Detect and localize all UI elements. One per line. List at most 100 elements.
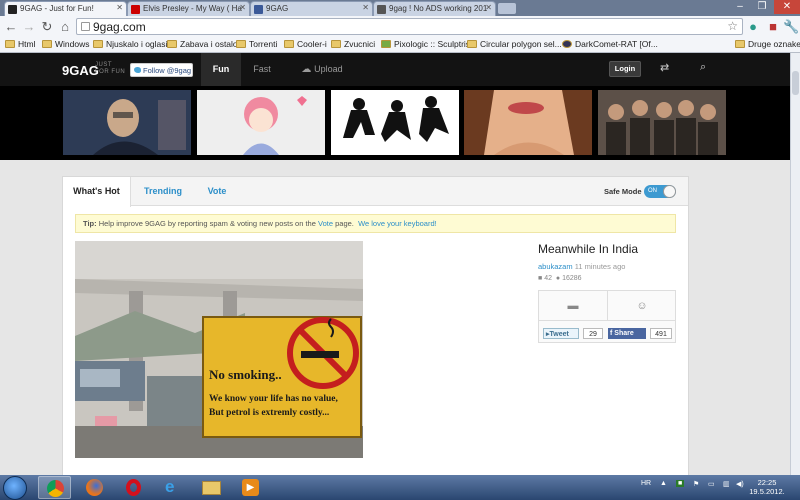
bookmarks-bar: Html Windows Njuskalo i oglasi Zabava i … xyxy=(0,37,800,53)
home-icon[interactable]: ⌂ xyxy=(57,19,73,35)
tab-whats-hot[interactable]: What's Hot xyxy=(63,177,131,207)
nav-fast[interactable]: Fast xyxy=(243,53,281,86)
browser-tab-bar: 9GAG - Just for Fun! ✕ Elvis Presley - M… xyxy=(0,0,800,16)
featured-thumb-comic[interactable] xyxy=(331,90,459,155)
close-tab-icon[interactable]: ✕ xyxy=(485,3,492,12)
folder-icon xyxy=(331,40,341,48)
window-close-icon[interactable]: ✕ xyxy=(774,0,800,14)
featured-image xyxy=(464,90,592,155)
new-tab-button[interactable] xyxy=(498,3,516,14)
site-tagline: JUST FOR FUN xyxy=(95,62,126,75)
extension-icon[interactable]: ■ xyxy=(765,19,781,35)
featured-image xyxy=(598,90,726,155)
taskbar-explorer[interactable] xyxy=(195,476,228,499)
scrollbar-thumb[interactable] xyxy=(792,71,799,95)
tab-9gag-noads[interactable]: 9gag ! No ADS working 201 ✕ xyxy=(373,1,496,16)
taskbar-media-player[interactable]: ▶ xyxy=(234,476,267,499)
safe-mode-label: Safe Mode xyxy=(604,187,642,196)
featured-thumb-girl[interactable] xyxy=(197,90,325,155)
tab-label: 9gag ! No ADS working 201 xyxy=(389,4,488,13)
facebook-share-button[interactable]: f Share xyxy=(608,328,646,339)
tray-app-icon[interactable]: ■ xyxy=(676,480,685,487)
folder-icon xyxy=(381,40,391,48)
tray-flag-icon[interactable]: ⚑ xyxy=(693,480,699,488)
tab-9gag-facebook[interactable]: 9GAG ✕ xyxy=(250,1,373,16)
post-title[interactable]: Meanwhile In India xyxy=(538,242,638,256)
close-tab-icon[interactable]: ✕ xyxy=(116,3,123,12)
post-photo: No smoking.. We know your life has no va… xyxy=(75,241,363,458)
taskbar-firefox[interactable] xyxy=(78,476,111,499)
nav-upload[interactable]: ☁ Upload xyxy=(293,53,351,86)
tray-display-icon[interactable]: ▭ xyxy=(708,480,715,488)
close-tab-icon[interactable]: ✕ xyxy=(239,3,246,12)
safe-mode-toggle[interactable]: ON xyxy=(644,185,676,198)
twitter-follow-button[interactable]: Follow @9gag xyxy=(130,63,193,77)
bookmark-torrenti[interactable]: Torrenti xyxy=(236,39,277,49)
post-image[interactable]: No smoking.. We know your life has no va… xyxy=(75,241,363,458)
like-button[interactable]: ☺ xyxy=(608,291,676,321)
featured-strip xyxy=(0,86,790,160)
maximize-icon[interactable]: ❐ xyxy=(750,0,774,14)
bookmark-zvucnici[interactable]: Zvucnici xyxy=(331,39,375,49)
tweet-button[interactable]: ▸Tweet xyxy=(543,328,579,339)
bookmark-html[interactable]: Html xyxy=(5,39,35,49)
network-icon[interactable]: ▥ xyxy=(723,480,730,488)
bookmark-darkcomet[interactable]: DarkComet-RAT [Of... xyxy=(562,39,658,49)
tab-9gag[interactable]: 9GAG - Just for Fun! ✕ xyxy=(4,1,127,16)
bookmark-njuskalo[interactable]: Njuskalo i oglasi xyxy=(93,39,167,49)
bookmark-zabava[interactable]: Zabava i ostalo xyxy=(167,39,238,49)
address-bar[interactable]: ☆ xyxy=(76,18,743,35)
keyboard-link[interactable]: We love your keyboard! xyxy=(358,219,437,228)
language-indicator[interactable]: HR xyxy=(641,480,651,487)
folder-icon xyxy=(467,40,477,48)
post-actions: ▬ ☺ ▸Tweet 29 f Share 491 xyxy=(538,290,676,343)
close-tab-icon[interactable]: ✕ xyxy=(362,3,369,12)
firefox-icon xyxy=(86,479,103,496)
address-input[interactable] xyxy=(93,20,713,34)
comment-button[interactable]: ▬ xyxy=(539,291,608,321)
file-explorer-icon xyxy=(202,481,221,495)
search-icon[interactable]: ⌕ xyxy=(700,61,706,74)
volume-icon[interactable]: ◀) xyxy=(736,480,744,488)
tab-vote[interactable]: Vote xyxy=(193,177,241,206)
opera-icon xyxy=(126,479,141,496)
bookmark-windows[interactable]: Windows xyxy=(42,39,89,49)
clock[interactable]: 22:25 19.5.2012. xyxy=(744,478,790,496)
featured-thumb-avengers[interactable] xyxy=(598,90,726,155)
site-header: 9GAG JUST FOR FUN Follow @9gag Fun Fast ☁… xyxy=(0,53,790,86)
forward-icon[interactable]: → xyxy=(21,19,37,35)
bookmark-star-icon[interactable]: ☆ xyxy=(727,19,738,33)
9gag-favicon-icon xyxy=(8,5,17,14)
featured-thumb-face[interactable] xyxy=(464,90,592,155)
site-logo[interactable]: 9GAG xyxy=(62,63,99,78)
shuffle-icon[interactable]: ⇄ xyxy=(660,61,669,74)
bookmark-sculptris[interactable]: Pixologic :: Sculptris xyxy=(381,39,470,49)
page-scrollbar[interactable] xyxy=(790,53,800,475)
bookmark-circular-polygon[interactable]: Circular polygon sel... xyxy=(467,39,562,49)
featured-thumb-hawking[interactable] xyxy=(63,90,191,155)
vote-link[interactable]: Vote xyxy=(318,219,333,228)
tray-expand-icon[interactable]: ▲ xyxy=(660,480,667,487)
taskbar-ie[interactable]: e xyxy=(156,476,189,499)
taskbar-opera[interactable] xyxy=(117,476,150,499)
back-icon[interactable]: ← xyxy=(3,19,19,35)
sign-line-2: We know your life has no value, xyxy=(209,394,339,404)
wrench-menu-icon[interactable]: 🔧 xyxy=(783,19,799,35)
tab-trending[interactable]: Trending xyxy=(133,177,193,206)
minimize-icon[interactable]: – xyxy=(728,0,752,14)
post-time: 11 minutes ago xyxy=(574,262,626,271)
reload-icon[interactable]: ↻ xyxy=(39,19,55,35)
post-author[interactable]: abukazam xyxy=(538,262,573,271)
login-button[interactable]: Login xyxy=(609,61,641,77)
bookmark-cooler[interactable]: Cooler-i xyxy=(284,39,327,49)
taskbar-chrome[interactable] xyxy=(38,476,71,499)
clock-date: 19.5.2012. xyxy=(749,487,785,496)
folder-icon xyxy=(5,40,15,48)
tab-elvis[interactable]: Elvis Presley - My Way ( Ha ✕ xyxy=(127,1,250,16)
start-button[interactable] xyxy=(3,476,27,500)
tab-label: 9GAG xyxy=(266,4,289,13)
comment-count: 42 xyxy=(544,275,552,282)
nav-fun[interactable]: Fun xyxy=(201,53,241,86)
skype-extension-icon[interactable]: ● xyxy=(745,19,761,35)
bookmark-other[interactable]: Druge oznake xyxy=(735,39,800,49)
